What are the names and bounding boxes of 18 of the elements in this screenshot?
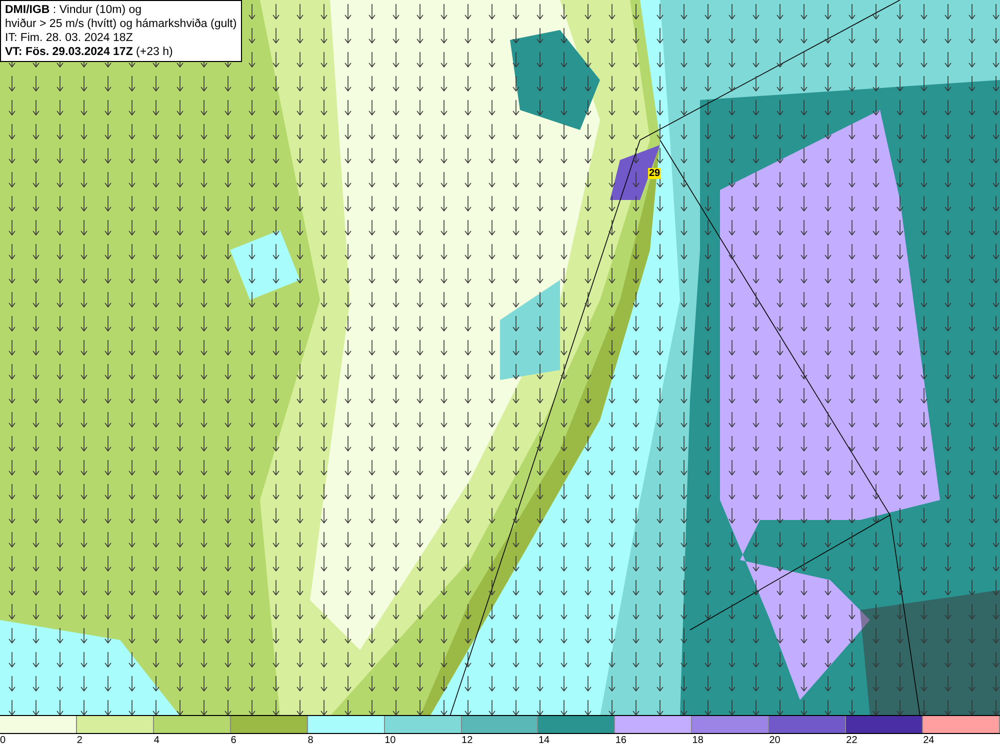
legend-tick-label: 18: [692, 734, 704, 747]
info-line: hviður > 25 m/s (hvítt) og hámarkshviða (gult): [5, 17, 237, 31]
legend-tick-label: 2: [76, 734, 82, 747]
legend-tick-label: 12: [462, 734, 473, 747]
legend-tick-label: 4: [154, 734, 160, 747]
info-line: DMI/IGB : Vindur (10m) og: [5, 3, 143, 17]
legend-tick-label: 24: [923, 734, 934, 747]
info-line: IT: Fim. 28. 03. 2024 18Z: [5, 31, 134, 45]
legend-tick-label: 0: [0, 734, 6, 747]
legend-tick-label: 6: [230, 734, 236, 747]
info-line: VT: Fös. 29.03.2024 17Z (+23 h): [5, 45, 174, 59]
legend-tick-label: 8: [308, 734, 314, 747]
legend-tick-label: 20: [769, 734, 780, 747]
legend-tick-label: 10: [384, 734, 396, 747]
max-gust-label: 29: [648, 168, 662, 179]
legend-tick-label: 14: [538, 734, 550, 747]
legend-tick-label: 16: [615, 734, 626, 747]
legend-tick-label: 22: [846, 734, 858, 747]
